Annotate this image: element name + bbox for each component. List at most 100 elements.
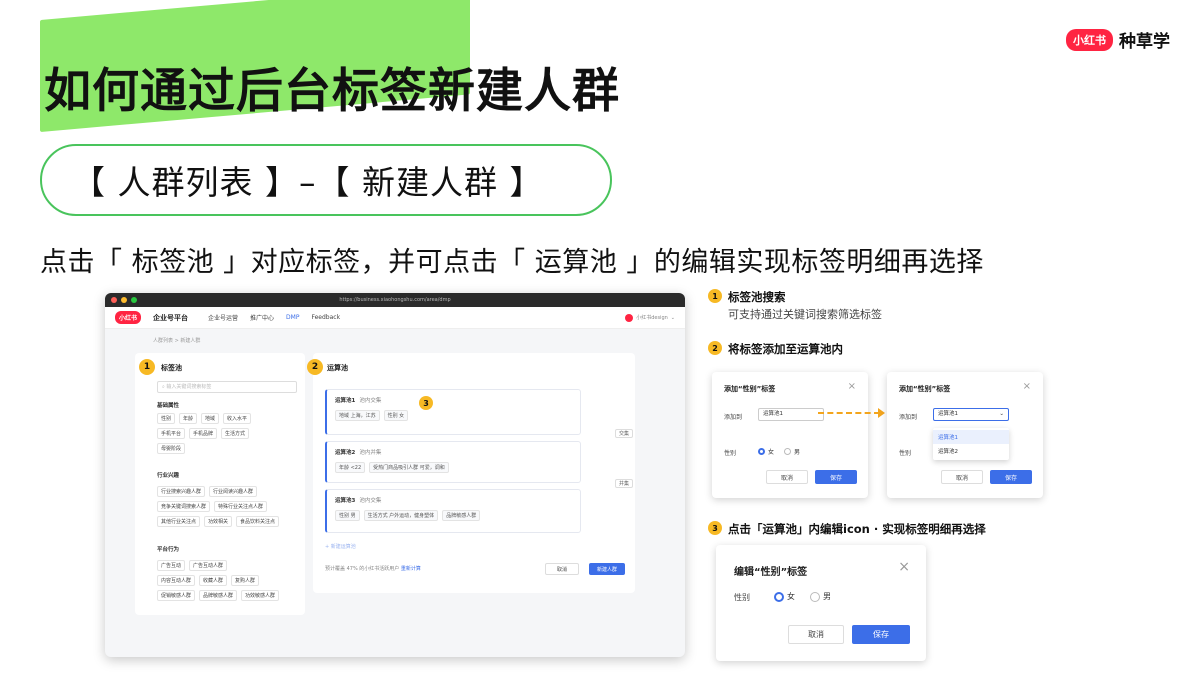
pool-tag[interactable]: 品牌敏感人群 (442, 510, 481, 521)
create-audience-button[interactable]: 新建人群 (589, 563, 625, 575)
add-to-value: 运算池1 (938, 411, 958, 417)
calc-pool-2-title[interactable]: 运算池2 池内并集 (335, 448, 381, 456)
tag-item[interactable]: 特殊行业关注点人群 (214, 501, 268, 512)
pool-tag[interactable]: 年龄 <22 (335, 462, 366, 473)
gender-label: 性别 (724, 450, 737, 457)
pool-tag[interactable]: 性别 女 (383, 410, 409, 421)
dialog-title: 添加“性别”标签 (899, 385, 951, 393)
calc-pool-3-title[interactable]: 运算池3 池内交集 (335, 496, 381, 504)
tag-item[interactable]: 功效敏感人群 (241, 590, 280, 601)
tag-row: 广告互动 广告互动人群 (157, 560, 228, 571)
gender-label: 性别 (734, 593, 750, 602)
tag-item[interactable]: 年龄 (179, 413, 198, 424)
nav-item-feedback[interactable]: Feedback (311, 314, 340, 321)
add-to-select[interactable]: 运算池1 ⌄ (933, 408, 1009, 421)
add-tag-dialog-a: 添加“性别”标签 × 添加到 运算池1 性别 女 男 取消 保存 (712, 372, 868, 498)
app-breadcrumb[interactable]: 人群列表 > 新建人群 (153, 337, 200, 344)
tag-item[interactable]: 促销敏感人群 (157, 590, 196, 601)
calc-pool-1-title[interactable]: 运算池1 池内交集 (335, 396, 381, 404)
pool-tag[interactable]: 生活方式 户外运动，健身塑体 (363, 510, 439, 521)
step-2-title: 将标签添加至运算池内 (728, 342, 843, 356)
logic-select-1[interactable]: 交集 (614, 429, 633, 438)
pool-operator[interactable]: 池内并集 (359, 450, 381, 456)
tag-item[interactable]: 竞争关键词搜索人群 (157, 501, 211, 512)
tag-item[interactable]: 手机品牌 (189, 428, 218, 439)
step-badge-1: 1 (139, 359, 155, 375)
close-icon[interactable]: × (898, 559, 910, 575)
cancel-button[interactable]: 取消 (766, 470, 808, 484)
cancel-button[interactable]: 取消 (941, 470, 983, 484)
step-2: 2 将标签添加至运算池内 (708, 341, 843, 357)
nav-item-dmp[interactable]: DMP (286, 314, 299, 321)
brand-logo: 小红书 (1066, 28, 1113, 51)
tag-row: 行业搜索兴趣人群 行业阅读兴趣人群 (157, 486, 258, 497)
cancel-button[interactable]: 取消 (788, 625, 844, 644)
nav-item-promotion[interactable]: 推广中心 (250, 313, 274, 322)
pool-tag[interactable]: 受热门商品吸引人群 可爱，调和 (369, 462, 449, 473)
save-button[interactable]: 保存 (852, 625, 910, 644)
tag-pool-panel: 1 标签池 ⌕ 输入关键词搜索标签 基础属性 性别 年龄 地域 收入水平 手机平… (135, 353, 305, 615)
tag-item[interactable]: 食品饮料关注点 (236, 516, 280, 527)
step-3: 3 点击「运算池」内编辑icon · 实现标签明细再选择 (708, 521, 986, 537)
tag-item[interactable]: 行业搜索兴趣人群 (157, 486, 206, 497)
platform-name: 企业号平台 (153, 313, 189, 322)
dropdown-option[interactable]: 运算池2 (933, 444, 1009, 458)
tag-item[interactable]: 母婴阶段 (157, 443, 186, 454)
radio-female[interactable]: 女 (758, 447, 774, 456)
close-icon[interactable]: × (1023, 381, 1031, 392)
pool-tag[interactable]: 地域 上海，江苏 (335, 410, 380, 421)
pool-operator[interactable]: 池内交集 (359, 398, 381, 404)
tag-row: 其他行业关注点 功效相关 食品饮料关注点 (157, 516, 280, 527)
tag-item[interactable]: 性别 (157, 413, 176, 424)
tag-item[interactable]: 其他行业关注点 (157, 516, 201, 527)
chevron-down-icon: ⌄ (670, 314, 675, 321)
tag-item[interactable]: 功效相关 (204, 516, 233, 527)
instruction-text: 点击「 标签池 」对应标签，并可点击「 运算池 」的编辑实现标签明细再选择 (40, 247, 984, 278)
user-menu[interactable]: 小红书design ⌄ (625, 313, 675, 322)
section-behavior-title[interactable]: 平台行为 (157, 545, 179, 553)
step-badge-3: 3 (419, 396, 433, 410)
tag-item[interactable]: 收藏人群 (199, 575, 228, 586)
add-to-select[interactable]: 运算池1 (758, 408, 824, 421)
add-to-label: 添加到 (724, 414, 743, 421)
step-badge-2: 2 (708, 341, 722, 355)
tag-item[interactable]: 内容互动人群 (157, 575, 196, 586)
radio-female-label: 女 (768, 449, 775, 456)
radio-checked-icon (758, 448, 765, 455)
step-badge-2: 2 (307, 359, 323, 375)
tag-item[interactable]: 品牌敏感人群 (199, 590, 238, 601)
avatar (625, 313, 634, 322)
calc-pool-2: 运算池2 池内并集 年龄 <22 受热门商品吸引人群 可爱，调和 (325, 441, 581, 483)
radio-male[interactable]: 男 (784, 447, 800, 456)
save-button[interactable]: 保存 (815, 470, 857, 484)
section-interest-title[interactable]: 行业兴趣 (157, 471, 179, 479)
tag-item[interactable]: 复购人群 (231, 575, 260, 586)
radio-checked-icon (774, 591, 784, 602)
tag-item[interactable]: 生活方式 (221, 428, 250, 439)
tag-item[interactable]: 地域 (201, 413, 220, 424)
pool-tag[interactable]: 性别 男 (335, 510, 360, 521)
tag-item[interactable]: 手机平台 (157, 428, 186, 439)
tag-row: 内容互动人群 收藏人群 复购人群 (157, 575, 260, 586)
arrow-head-icon (878, 408, 885, 418)
close-icon[interactable]: × (848, 381, 856, 392)
step-badge-3: 3 (708, 521, 722, 535)
app-logo[interactable]: 小红书 (115, 311, 142, 324)
tag-search-input[interactable]: ⌕ 输入关键词搜索标签 (157, 381, 297, 393)
cancel-button[interactable]: 取消 (545, 563, 579, 575)
dropdown-option[interactable]: 运算池1 (933, 430, 1009, 444)
radio-male[interactable]: 男 (810, 591, 831, 602)
tag-item[interactable]: 行业阅读兴趣人群 (209, 486, 258, 497)
nav-item-operation[interactable]: 企业号运营 (208, 313, 238, 322)
tag-item[interactable]: 广告互动人群 (189, 560, 228, 571)
tag-item[interactable]: 广告互动 (157, 560, 186, 571)
section-basic-title[interactable]: 基础属性 (157, 401, 179, 409)
pool-operator[interactable]: 池内交集 (359, 498, 381, 504)
add-pool-link[interactable]: + 新建运算池 (325, 543, 356, 550)
tag-item[interactable]: 收入水平 (223, 413, 252, 424)
logic-select-2[interactable]: 并集 (614, 479, 633, 488)
radio-male-label: 男 (794, 449, 801, 456)
radio-female[interactable]: 女 (774, 591, 795, 602)
save-button[interactable]: 保存 (990, 470, 1032, 484)
recalc-link[interactable]: 重新计算 (401, 566, 421, 572)
